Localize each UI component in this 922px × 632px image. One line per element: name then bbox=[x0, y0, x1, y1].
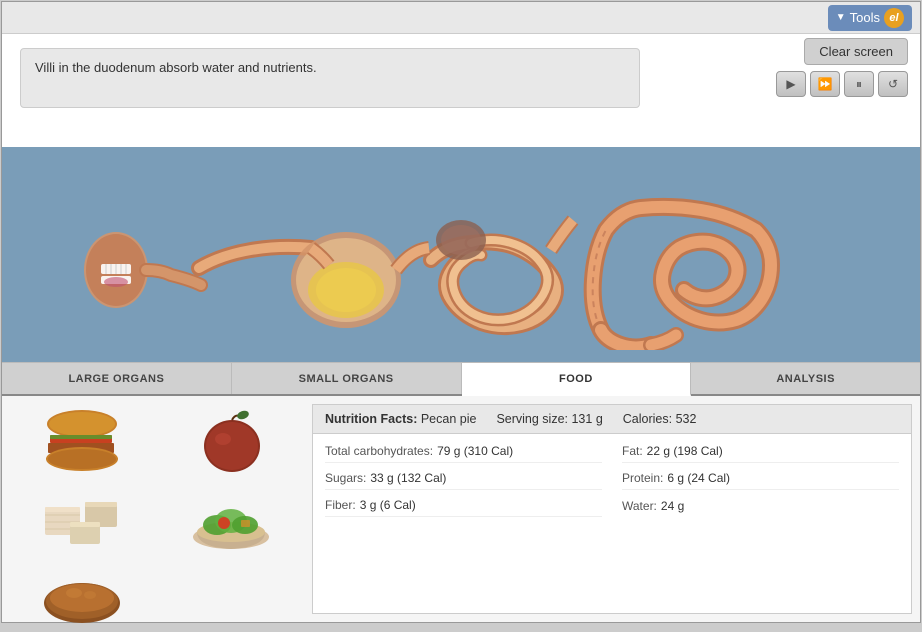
nutrition-row-carbs: Total carbohydrates: 79 g (310 Cal) bbox=[325, 440, 602, 463]
fast-forward-icon: ⏩ bbox=[818, 77, 833, 91]
tab-large-organs[interactable]: LARGE ORGANS bbox=[2, 363, 232, 394]
food-images bbox=[2, 396, 312, 622]
nutrition-header: Nutrition Facts: Pecan pie Serving size:… bbox=[313, 405, 911, 434]
play-button[interactable]: ▶ bbox=[776, 71, 806, 97]
nutrition-serving: Serving size: 131 g bbox=[496, 412, 602, 426]
carbs-label: Total carbohydrates: bbox=[325, 444, 433, 458]
nutrition-item-name: Pecan pie bbox=[421, 412, 477, 426]
replay-button[interactable]: ↺ bbox=[878, 71, 908, 97]
nutrition-title: Nutrition Facts: Pecan pie bbox=[325, 412, 476, 426]
tools-button[interactable]: ▼ Tools el bbox=[828, 5, 912, 31]
apple-svg bbox=[197, 406, 267, 476]
carbs-value: 79 g (310 Cal) bbox=[437, 444, 513, 458]
clear-screen-button[interactable]: Clear screen bbox=[804, 38, 908, 65]
replay-icon: ↺ bbox=[888, 77, 898, 91]
nutrition-row-water: Water: 24 g bbox=[622, 494, 899, 517]
tab-analysis[interactable]: ANALYSIS bbox=[691, 363, 920, 394]
tabs-row: LARGE ORGANS SMALL ORGANS FOOD ANALYSIS bbox=[2, 362, 920, 396]
fiber-value: 3 g (6 Cal) bbox=[360, 498, 416, 512]
main-container: ▼ Tools el Villi in the duodenum absorb … bbox=[1, 1, 921, 623]
nutrition-calories: Calories: 532 bbox=[623, 412, 697, 426]
sugars-label: Sugars: bbox=[325, 471, 366, 485]
fat-label: Fat: bbox=[622, 444, 643, 458]
tofu-image[interactable] bbox=[38, 484, 128, 554]
fiber-label: Fiber: bbox=[325, 498, 356, 512]
salad-image[interactable] bbox=[187, 484, 277, 554]
tools-logo: el bbox=[884, 8, 904, 28]
digestive-illustration bbox=[51, 160, 871, 350]
info-panel: Villi in the duodenum absorb water and n… bbox=[20, 48, 640, 108]
apple-image[interactable] bbox=[187, 406, 277, 476]
info-text: Villi in the duodenum absorb water and n… bbox=[35, 59, 317, 77]
chevron-down-icon: ▼ bbox=[836, 12, 846, 23]
nutrition-grid: Total carbohydrates: 79 g (310 Cal) Fat:… bbox=[313, 434, 911, 523]
bottom-content: Nutrition Facts: Pecan pie Serving size:… bbox=[2, 396, 920, 622]
bread-image[interactable] bbox=[38, 562, 128, 632]
salad-svg bbox=[189, 487, 274, 552]
tab-small-organs[interactable]: SMALL ORGANS bbox=[232, 363, 462, 394]
burger-image[interactable] bbox=[38, 406, 128, 476]
top-bar: ▼ Tools el bbox=[2, 2, 920, 34]
tab-food[interactable]: FOOD bbox=[462, 363, 692, 396]
nutrition-row-fat: Fat: 22 g (198 Cal) bbox=[622, 440, 899, 463]
protein-value: 6 g (24 Cal) bbox=[667, 471, 730, 485]
water-label: Water: bbox=[622, 499, 657, 513]
protein-label: Protein: bbox=[622, 471, 663, 485]
play-icon: ▶ bbox=[786, 77, 795, 91]
pause-icon: ⏸ bbox=[856, 77, 862, 92]
nutrition-panel: Nutrition Facts: Pecan pie Serving size:… bbox=[312, 404, 912, 614]
fast-forward-button[interactable]: ⏩ bbox=[810, 71, 840, 97]
illustration-area bbox=[2, 147, 920, 362]
burger-svg bbox=[40, 409, 125, 474]
tofu-svg bbox=[40, 487, 125, 552]
tools-label: Tools bbox=[850, 10, 880, 25]
pause-button[interactable]: ⏸ bbox=[844, 71, 874, 97]
nutrition-row-protein: Protein: 6 g (24 Cal) bbox=[622, 467, 899, 490]
bread-svg bbox=[40, 565, 125, 630]
media-controls: ▶ ⏩ ⏸ ↺ bbox=[776, 71, 908, 97]
fat-value: 22 g (198 Cal) bbox=[647, 444, 723, 458]
water-value: 24 g bbox=[661, 499, 684, 513]
sugars-value: 33 g (132 Cal) bbox=[370, 471, 446, 485]
nutrition-title-bold: Nutrition Facts: bbox=[325, 412, 421, 426]
controls-area: Clear screen ▶ ⏩ ⏸ ↺ bbox=[776, 38, 908, 97]
nutrition-row-sugars: Sugars: 33 g (132 Cal) bbox=[325, 467, 602, 490]
nutrition-row-fiber: Fiber: 3 g (6 Cal) bbox=[325, 494, 602, 517]
